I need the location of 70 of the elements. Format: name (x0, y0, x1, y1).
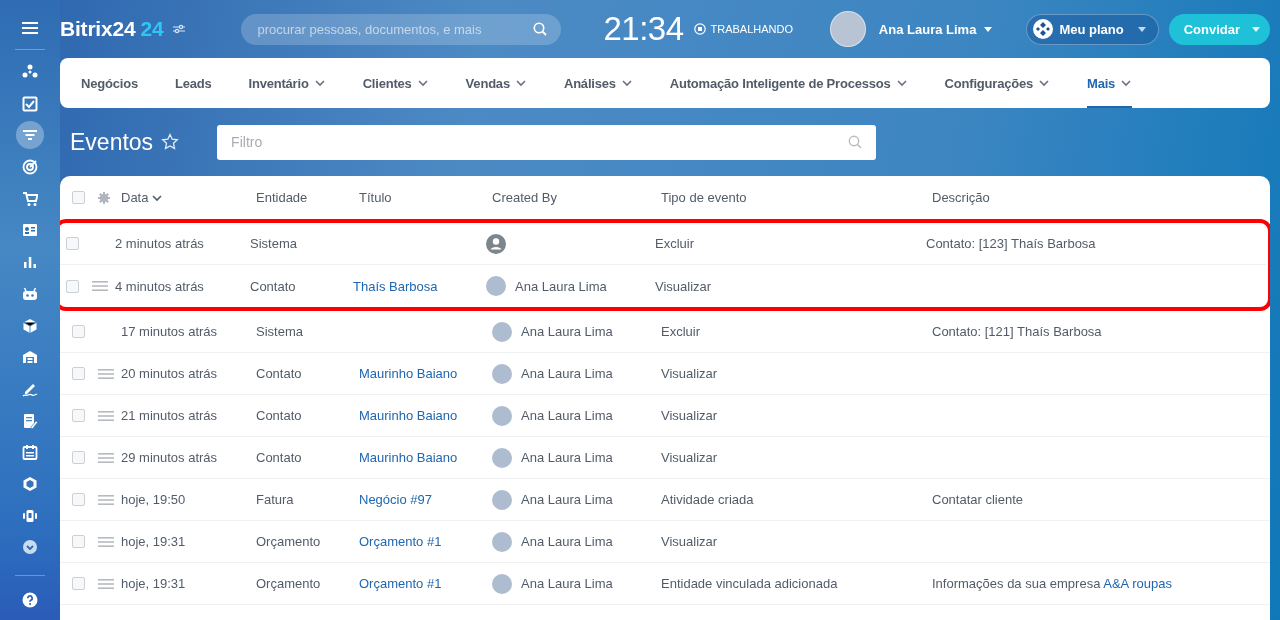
entity-cell: Sistema (256, 324, 303, 339)
date-cell: hoje, 19:31 (121, 534, 186, 549)
event-type-cell: Visualizar (661, 366, 718, 381)
column-header[interactable]: Entidade (256, 190, 308, 205)
creator-name: Ana Laura Lima (521, 408, 613, 423)
creator-name: Ana Laura Lima (521, 366, 613, 381)
clock-time: 21:34 (603, 10, 684, 48)
plan-button[interactable]: Meu plano (1026, 13, 1159, 45)
creator-name: Ana Laura Lima (521, 492, 613, 507)
entity-cell: Contato (256, 408, 302, 423)
nav-tab[interactable]: Vendas (465, 58, 527, 108)
date-cell: 20 minutos atrás (121, 366, 218, 381)
entity-cell: Orçamento (256, 534, 321, 549)
work-status-button[interactable]: TRABALHANDO (693, 23, 794, 35)
column-header[interactable]: Tipo de evento (661, 190, 747, 205)
user-name: Ana Laura Lima (878, 21, 977, 37)
nav-tab[interactable]: Inventário (248, 58, 326, 108)
event-type-cell: Visualizar (661, 534, 718, 549)
event-type-cell: Visualizar (661, 408, 718, 423)
event-type-cell: Visualizar (661, 450, 718, 465)
column-header[interactable]: Descrição (932, 190, 990, 205)
title-link[interactable]: Orçamento #1 (359, 576, 442, 591)
title-link[interactable]: Maurinho Baiano (359, 366, 458, 381)
creator-name: Ana Laura Lima (521, 534, 613, 549)
event-type-cell: Visualizar (655, 278, 712, 294)
description-text: Contato: [121] Thaís Barbosa (932, 324, 1102, 339)
date-cell: 2 minutos atrás (115, 236, 204, 251)
column-header[interactable]: Created By (492, 190, 558, 205)
description-text: Contatar cliente (932, 492, 1024, 507)
entity-cell: Contato (256, 366, 302, 381)
user-menu[interactable]: Ana Laura Lima (829, 11, 993, 47)
nav-tab[interactable]: Configurações (944, 58, 1050, 108)
description-link[interactable]: A&A roupas (1103, 576, 1172, 591)
title-link[interactable]: Maurinho Baiano (359, 408, 458, 423)
creator-name: Ana Laura Lima (521, 324, 613, 339)
title-link[interactable]: Thaís Barbosa (353, 278, 438, 294)
nav-tab[interactable]: Análises (563, 58, 633, 108)
filter-field[interactable]: Filtro (217, 124, 877, 160)
event-type-cell: Excluir (661, 324, 700, 339)
creator-name: Ana Laura Lima (521, 576, 613, 591)
column-header[interactable]: Título (359, 190, 392, 205)
description-text: Contato: [123] Thaís Barbosa (926, 236, 1096, 251)
event-type-cell: Entidade vinculada adicionada (661, 576, 838, 591)
nav-tab[interactable]: Automação Inteligente de Processos (669, 58, 908, 108)
entity-cell: Orçamento (256, 576, 321, 591)
nav-tab[interactable]: Mais (1087, 58, 1133, 108)
entity-cell: Contato (250, 278, 296, 294)
date-cell: hoje, 19:31 (121, 576, 186, 591)
title-link[interactable]: Negócio #97 (359, 492, 432, 507)
entity-cell: Fatura (256, 492, 294, 507)
logo[interactable]: Bitrix24 24 (60, 17, 164, 41)
column-header[interactable]: Data (121, 190, 164, 205)
description-text: Informações da sua empresa A&A roupas (932, 576, 1172, 591)
event-type-cell: Excluir (655, 236, 694, 251)
title-link[interactable]: Maurinho Baiano (359, 450, 458, 465)
entity-cell: Contato (256, 450, 302, 465)
nav-tab[interactable]: Clientes (362, 58, 429, 108)
date-cell: hoje, 19:50 (121, 492, 186, 507)
date-cell: 21 minutos atrás (121, 408, 218, 423)
title-link[interactable]: Orçamento #1 (359, 534, 442, 549)
entity-cell: Sistema (250, 236, 297, 251)
date-cell: 4 minutos atrás (115, 278, 204, 294)
page-title: Eventos (70, 128, 154, 156)
date-cell: 29 minutos atrás (121, 450, 218, 465)
event-type-cell: Atividade criada (661, 492, 754, 507)
nav-tab[interactable]: Leads (174, 58, 212, 108)
nav-tab[interactable]: Negócios (81, 58, 138, 108)
creator-name: Ana Laura Lima (515, 278, 607, 294)
creator-name: Ana Laura Lima (521, 450, 613, 465)
date-cell: 17 minutos atrás (121, 324, 218, 339)
